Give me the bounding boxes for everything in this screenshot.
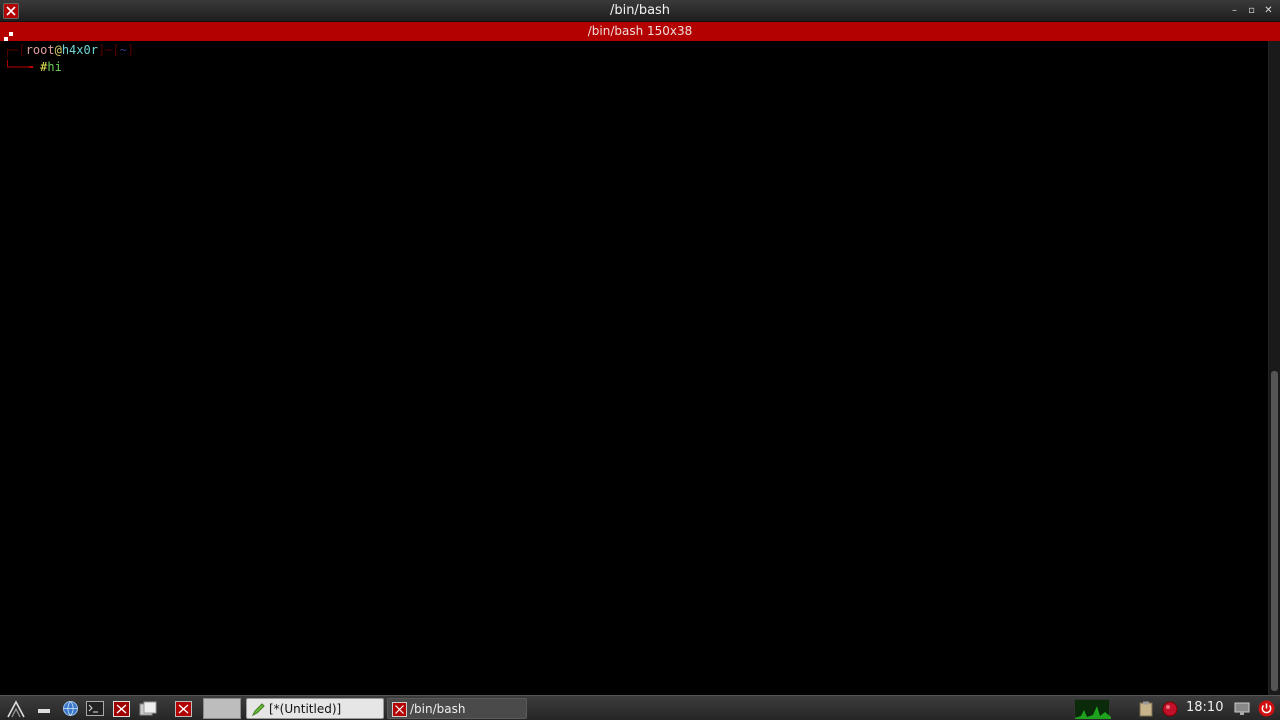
terminal-icon: [392, 702, 407, 717]
maximize-button[interactable]: ▫: [1244, 4, 1259, 18]
clipboard-icon[interactable]: [1136, 699, 1156, 718]
cpu-monitor[interactable]: [1074, 699, 1111, 719]
task-label-terminal: /bin/bash: [410, 702, 466, 716]
terminal-launcher-icon[interactable]: [85, 699, 105, 718]
terminal-tab-bar: /bin/bash 150x38: [0, 22, 1280, 41]
prompt-frame-corner: ┌─[: [4, 43, 26, 57]
terminal-output[interactable]: ┌─[root@h4x0r]─[~] └──╼ #hi: [0, 41, 1268, 695]
prompt-user: root: [25, 43, 55, 57]
display-icon[interactable]: [1232, 699, 1252, 718]
window-controls: – ▫ ✕: [1227, 4, 1276, 18]
show-desktop-icon[interactable]: [34, 699, 54, 718]
task-button-editor[interactable]: [*(Untitled)]: [246, 698, 384, 719]
prompt-host: h4x0r: [61, 43, 98, 57]
prompt-directory: ~: [119, 43, 127, 57]
typed-command: hi: [47, 60, 62, 74]
minimize-button[interactable]: –: [1227, 4, 1242, 18]
tab-title[interactable]: /bin/bash 150x38: [0, 24, 1280, 38]
command-line: └──╼ #hi: [4, 59, 62, 75]
prompt-frame-end: ]: [126, 43, 135, 57]
task-button-terminal[interactable]: /bin/bash: [387, 698, 527, 719]
browser-globe-icon[interactable]: [60, 699, 80, 718]
taskbar: [*(Untitled)] /bin/bash 18:10: [0, 695, 1280, 720]
clock[interactable]: 18:10: [1186, 700, 1223, 715]
power-icon[interactable]: [1256, 699, 1276, 718]
text-editor-icon: [251, 702, 266, 717]
network-status-icon[interactable]: [1160, 699, 1180, 718]
close-button[interactable]: ✕: [1261, 4, 1276, 18]
workspace-pager[interactable]: [203, 698, 241, 719]
terminal-red-icon[interactable]: [173, 699, 193, 718]
window-titlebar[interactable]: /bin/bash – ▫ ✕: [0, 0, 1280, 22]
scrollbar-thumb[interactable]: [1271, 371, 1278, 691]
security-tools-icon[interactable]: [111, 699, 131, 718]
prompt-separator: ]─[: [97, 43, 120, 57]
prompt-line: ┌─[root@h4x0r]─[~]: [4, 42, 134, 58]
terminal-scrollbar[interactable]: [1268, 41, 1280, 695]
file-manager-icon[interactable]: [138, 699, 158, 718]
prompt-arrow: └──╼: [4, 60, 41, 74]
menu-launcher-icon[interactable]: [6, 699, 26, 718]
prompt-at: @: [54, 43, 62, 57]
window-title: /bin/bash: [609, 3, 671, 18]
task-label-editor: [*(Untitled)]: [269, 702, 342, 716]
